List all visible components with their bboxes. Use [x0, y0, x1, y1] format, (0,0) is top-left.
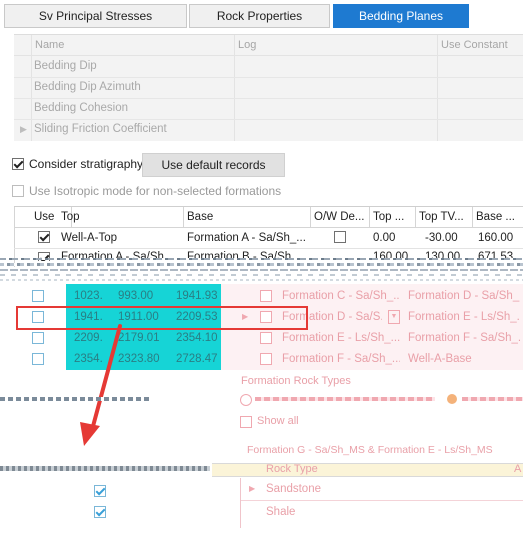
- top-cell: Formation E - Ls/Sh_...: [282, 332, 400, 344]
- base-md-cell: 160.00: [478, 232, 514, 244]
- show-all-checkbox[interactable]: [240, 416, 252, 428]
- selection-checkbox[interactable]: [94, 506, 106, 518]
- bedding-property-grid: Name Log Use Constant Bedding Dip Beddin…: [14, 34, 523, 141]
- consider-stratigraphy-label: Consider stratigraphy: [29, 157, 144, 171]
- dropdown-chevron-icon[interactable]: ▼: [388, 310, 400, 324]
- ow-depth-checkbox[interactable]: [334, 231, 346, 243]
- glitch-value: 2354.10: [176, 332, 218, 344]
- isotropic-mode-checkbox[interactable]: [12, 185, 24, 197]
- glitch-value: 2728.47: [176, 353, 218, 365]
- row-checkbox[interactable]: [260, 332, 272, 344]
- col-rock-type-header[interactable]: Rock Type: [266, 463, 318, 475]
- property-name: Bedding Dip Azimuth: [34, 81, 141, 93]
- glitch-value: 1023.: [74, 290, 103, 302]
- rock-type-list: ▶ Sandstone Shale: [240, 478, 523, 528]
- use-checkbox[interactable]: [32, 290, 44, 302]
- tab-bar: Sv Principal Stresses Rock Properties Be…: [0, 0, 523, 30]
- property-name: Bedding Dip: [34, 60, 97, 72]
- selection-checkbox[interactable]: [94, 485, 106, 497]
- property-grid-header: Name Log Use Constant: [14, 35, 523, 56]
- top-cell: Formation C - Sa/Sh_...: [282, 290, 400, 302]
- base-cell: Formation A - Sa/Sh_...: [187, 232, 306, 244]
- use-checkbox[interactable]: [32, 353, 44, 365]
- col-base-md-header[interactable]: Base ...: [473, 207, 523, 227]
- use-checkbox[interactable]: [38, 231, 50, 243]
- rock-type-group-label: Formation G - Sa/Sh_MS & Formation E - L…: [247, 444, 493, 456]
- base-cell: Formation D - Sa/Sh_: [408, 290, 520, 302]
- top-cell: Well-A-Top: [61, 232, 118, 244]
- col-top-tvd-header[interactable]: Top TV...: [416, 207, 473, 227]
- expand-arrow-icon[interactable]: ▶: [20, 124, 27, 135]
- base-cell: Well-A-Base: [408, 353, 472, 365]
- top-md-cell: 0.00: [373, 232, 396, 244]
- tab-sv-principal-stresses[interactable]: Sv Principal Stresses: [4, 4, 187, 28]
- col-name-header: Name: [35, 39, 65, 51]
- show-all-label: Show all: [257, 415, 299, 427]
- base-cell: Formation E - Ls/Sh_...: [408, 311, 520, 323]
- property-row[interactable]: ▶ Sliding Friction Coefficient: [14, 119, 523, 140]
- rock-type-cell: Shale: [266, 506, 296, 518]
- row-pointer-icon: ▶: [249, 484, 256, 493]
- table-row[interactable]: Well-A-Top Formation A - Sa/Sh_... 0.00 …: [14, 228, 523, 249]
- render-glitch-band: [0, 461, 523, 477]
- list-item[interactable]: Shale: [241, 501, 523, 523]
- glitch-value: 993.00: [118, 290, 154, 302]
- col-top-md-header[interactable]: Top ...: [370, 207, 416, 227]
- top-tvd-cell: -30.00: [425, 232, 458, 244]
- property-row[interactable]: Bedding Dip: [14, 56, 523, 78]
- top-cell: Formation F - Sa/Sh_...: [282, 353, 400, 365]
- red-arrow-icon: [80, 324, 122, 446]
- render-glitch-band: [0, 256, 523, 284]
- highlight-rectangle: [16, 306, 308, 330]
- col-top-header[interactable]: Top: [58, 207, 184, 227]
- row-checkbox[interactable]: [260, 290, 272, 302]
- row-checkbox[interactable]: [260, 353, 272, 365]
- property-name: Bedding Cohesion: [34, 102, 128, 114]
- list-item[interactable]: ▶ Sandstone: [241, 478, 523, 501]
- col-base-header[interactable]: Base: [184, 207, 311, 227]
- use-default-records-button[interactable]: Use default records: [142, 153, 285, 177]
- col-extra-header[interactable]: A: [514, 463, 521, 475]
- consider-stratigraphy-checkbox[interactable]: [12, 158, 24, 170]
- property-name: Sliding Friction Coefficient: [34, 123, 167, 135]
- property-row[interactable]: Bedding Cohesion: [14, 98, 523, 120]
- rock-types-title: Formation Rock Types: [241, 375, 351, 387]
- render-glitch-band: [0, 392, 523, 408]
- list-item[interactable]: 1023. 993.00 1941.93 Formation C - Sa/Sh…: [14, 286, 523, 306]
- base-cell: Formation F - Sa/Sh_...: [408, 332, 520, 344]
- tab-rock-properties[interactable]: Rock Properties: [189, 4, 330, 28]
- rock-type-cell: Sandstone: [266, 483, 321, 495]
- use-checkbox[interactable]: [32, 332, 44, 344]
- isotropic-mode-label: Use Isotropic mode for non-selected form…: [29, 184, 282, 198]
- property-row[interactable]: Bedding Dip Azimuth: [14, 77, 523, 99]
- tab-bedding-planes[interactable]: Bedding Planes: [333, 4, 469, 28]
- col-ow-depth-header[interactable]: O/W De...: [311, 207, 370, 227]
- col-log-header: Log: [238, 39, 257, 51]
- col-use-constant-header: Use Constant: [441, 39, 508, 51]
- glitch-value: 1941.93: [176, 290, 218, 302]
